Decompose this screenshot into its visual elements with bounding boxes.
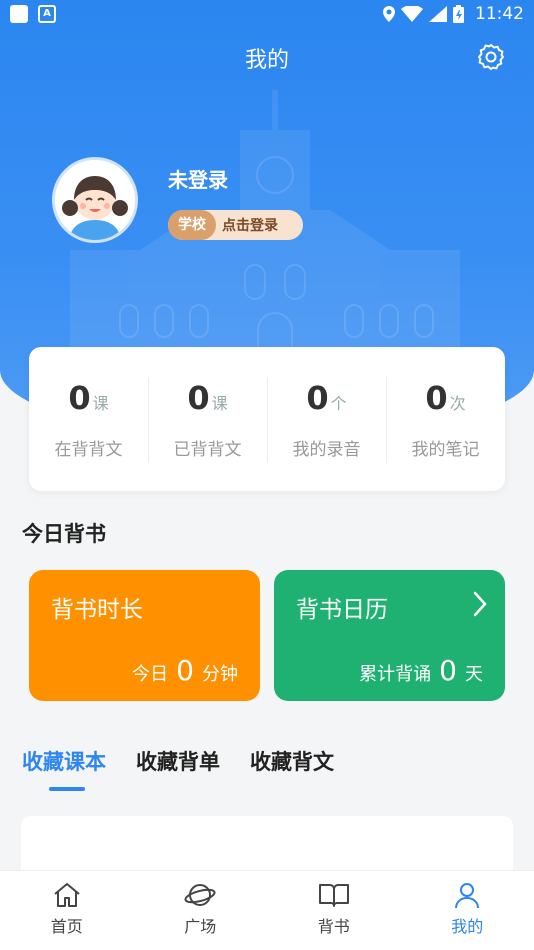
- stat-reciting-texts[interactable]: 0课 在背背文: [29, 347, 148, 491]
- stat-unit: 课: [92, 394, 109, 413]
- page-title: 我的: [244, 48, 289, 73]
- duration-value: 0: [176, 654, 194, 687]
- home-icon: [54, 883, 80, 907]
- nav-square[interactable]: 广场: [134, 871, 268, 950]
- battery-icon: [453, 5, 464, 23]
- clock: 11:42: [475, 4, 524, 24]
- stat-value: 0: [425, 379, 448, 417]
- calendar-summary: 累计背诵 0 天: [359, 654, 483, 687]
- book-icon: [318, 884, 349, 907]
- duration-card[interactable]: 背书时长 今日 0 分钟: [29, 570, 260, 701]
- nav-recite[interactable]: 背书: [267, 871, 401, 950]
- duration-summary: 今日 0 分钟: [132, 654, 238, 687]
- planet-icon: [184, 884, 216, 906]
- stat-label: 已背背文: [173, 440, 242, 460]
- tab-collected-textbooks[interactable]: 收藏课本: [22, 746, 106, 776]
- tab-collected-texts[interactable]: 收藏背文: [250, 746, 334, 776]
- duration-card-title: 背书时长: [51, 597, 143, 623]
- girl-avatar-illustration: [55, 160, 135, 240]
- duration-prefix: 今日: [132, 664, 169, 685]
- stat-value: 0: [306, 379, 329, 417]
- stat-my-recordings[interactable]: 0个 我的录音: [267, 347, 386, 491]
- today-section-title: 今日背书: [22, 522, 106, 546]
- avatar[interactable]: [52, 157, 138, 243]
- stats-card: 0课 在背背文 0课 已背背文 0个 我的录音 0次 我的笔记: [29, 347, 505, 491]
- stat-label: 我的笔记: [411, 440, 480, 460]
- nav-mine[interactable]: 我的: [401, 871, 534, 950]
- status-icons: [383, 5, 464, 23]
- login-button[interactable]: 学校 点击登录: [168, 210, 303, 240]
- stat-unit: 次: [449, 394, 466, 413]
- nav-home[interactable]: 首页: [0, 871, 134, 950]
- login-prompt: 点击登录: [222, 218, 278, 234]
- location-icon: [383, 6, 395, 22]
- calendar-suffix: 天: [465, 664, 483, 685]
- duration-suffix: 分钟: [202, 664, 238, 685]
- status-bar: A 11:42: [0, 0, 534, 28]
- app-notification-icon: A: [38, 5, 56, 23]
- calendar-card[interactable]: 背书日历 累计背诵 0 天: [274, 570, 505, 701]
- notification-square-icon: [10, 5, 28, 23]
- wifi-icon: [401, 6, 423, 22]
- nav-mine-label: 我的: [451, 917, 484, 936]
- school-tag: 学校: [168, 210, 216, 240]
- stat-recited-texts[interactable]: 0课 已背背文: [148, 347, 267, 491]
- bottom-navigation: 首页 广场 背书 我的: [0, 870, 534, 950]
- calendar-prefix: 累计背诵: [359, 664, 432, 685]
- stat-unit: 个: [330, 394, 347, 413]
- nav-recite-label: 背书: [317, 917, 350, 936]
- stat-label: 我的录音: [292, 440, 361, 460]
- collection-tabs: 收藏课本 收藏背单 收藏背文: [22, 746, 334, 776]
- stat-my-notes[interactable]: 0次 我的笔记: [386, 347, 505, 491]
- stat-value: 0: [187, 379, 210, 417]
- active-tab-indicator: [49, 787, 85, 791]
- username: 未登录: [168, 168, 228, 192]
- chevron-right-icon: [473, 591, 487, 617]
- stat-unit: 课: [211, 394, 228, 413]
- signal-icon: [429, 6, 447, 22]
- nav-home-label: 首页: [50, 917, 83, 936]
- user-icon: [455, 883, 480, 909]
- calendar-value: 0: [439, 654, 457, 687]
- stat-value: 0: [68, 379, 91, 417]
- stat-label: 在背背文: [54, 440, 123, 460]
- tab-collected-word-lists[interactable]: 收藏背单: [136, 746, 220, 776]
- nav-square-label: 广场: [184, 917, 217, 936]
- calendar-card-title: 背书日历: [296, 597, 388, 623]
- gear-icon[interactable]: [476, 42, 506, 72]
